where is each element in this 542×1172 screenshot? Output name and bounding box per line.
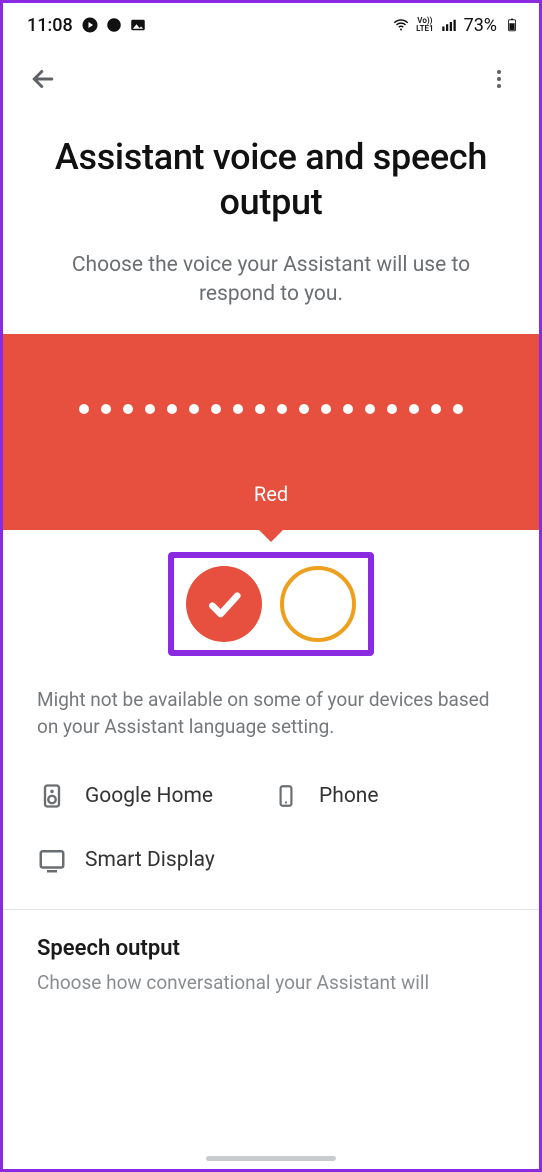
device-item[interactable]: Smart Display xyxy=(37,845,271,875)
volte-icon: Vo))LTE1 xyxy=(416,17,433,33)
device-item[interactable]: Phone xyxy=(271,781,505,811)
speech-output-title[interactable]: Speech output xyxy=(3,932,539,971)
wifi-icon xyxy=(392,16,410,34)
waveform-dot xyxy=(255,404,265,414)
waveform-dot xyxy=(211,404,221,414)
check-icon xyxy=(204,584,244,624)
waveform-dot xyxy=(431,404,441,414)
speaker-icon xyxy=(37,781,67,811)
waveform-dot xyxy=(189,404,199,414)
waveform-dot xyxy=(233,404,243,414)
page-subtitle: Choose the voice your Assistant will use… xyxy=(3,237,539,334)
waveform-dot xyxy=(101,404,111,414)
highlight-box xyxy=(168,552,374,656)
availability-note: Might not be available on some of your d… xyxy=(3,680,539,765)
voice-selector xyxy=(3,530,539,680)
waveform-dot xyxy=(299,404,309,414)
device-label: Google Home xyxy=(85,784,213,808)
signal-icon xyxy=(440,16,458,34)
waveform-dot xyxy=(167,404,177,414)
voice-option-orange[interactable] xyxy=(280,566,356,642)
pointer-icon xyxy=(257,528,285,542)
voice-waveform xyxy=(3,404,539,482)
waveform-dot xyxy=(321,404,331,414)
device-item[interactable]: Google Home xyxy=(37,781,271,811)
device-label: Phone xyxy=(319,784,379,808)
notification-icon xyxy=(105,16,123,34)
page-title: Assistant voice and speech output xyxy=(3,111,539,237)
waveform-dot xyxy=(123,404,133,414)
device-label: Smart Display xyxy=(85,848,215,872)
back-button[interactable] xyxy=(25,61,61,97)
status-time: 11:08 xyxy=(27,15,73,36)
smartdisplay-icon xyxy=(37,845,67,875)
overflow-menu-button[interactable] xyxy=(481,61,517,97)
waveform-dot xyxy=(79,404,89,414)
phone-icon xyxy=(271,781,301,811)
selected-voice-label: Red xyxy=(3,482,539,506)
waveform-dot xyxy=(453,404,463,414)
screen: 11:08 Vo))LTE1 xyxy=(0,0,542,1172)
play-circle-icon xyxy=(81,16,99,34)
divider xyxy=(3,909,539,910)
voice-option-red[interactable] xyxy=(186,566,262,642)
waveform-dot xyxy=(277,404,287,414)
status-bar: 11:08 Vo))LTE1 xyxy=(3,3,539,47)
battery-icon xyxy=(503,16,521,34)
app-bar xyxy=(3,47,539,111)
device-list: Google Home Phone Smart Display xyxy=(3,765,539,909)
waveform-dot xyxy=(409,404,419,414)
battery-percent: 73% xyxy=(464,15,497,36)
waveform-dot xyxy=(365,404,375,414)
waveform-dot xyxy=(145,404,155,414)
speech-output-subtitle: Choose how conversational your Assistant… xyxy=(3,971,539,1000)
image-icon xyxy=(129,16,147,34)
home-indicator[interactable] xyxy=(206,1156,336,1161)
waveform-dot xyxy=(387,404,397,414)
waveform-dot xyxy=(343,404,353,414)
voice-preview-panel: Red xyxy=(3,334,539,530)
